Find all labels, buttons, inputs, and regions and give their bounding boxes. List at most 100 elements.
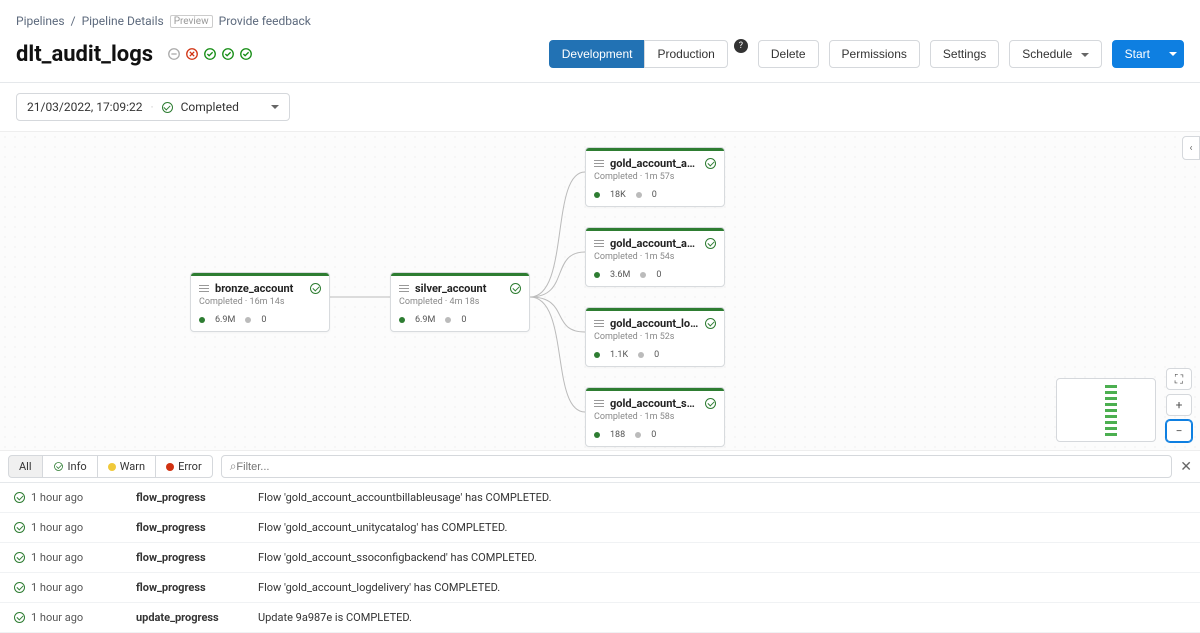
log-time: 1 hour ago bbox=[31, 491, 83, 504]
node-status: Completed · 1m 57s bbox=[586, 172, 724, 186]
zoom-fit-button[interactable]: ⛶ bbox=[1166, 368, 1192, 390]
run-status: Completed bbox=[181, 100, 239, 114]
log-type: flow_progress bbox=[136, 581, 246, 594]
help-icon[interactable]: ? bbox=[734, 39, 748, 53]
schedule-button[interactable]: Schedule bbox=[1009, 40, 1101, 68]
table-icon bbox=[594, 400, 604, 408]
log-message: Flow 'gold_account_logdelivery' has COMP… bbox=[258, 581, 1186, 594]
status-icons bbox=[167, 47, 253, 61]
zoom-in-button[interactable]: + bbox=[1166, 394, 1192, 416]
run-timestamp: 21/03/2022, 17:09:22 bbox=[27, 100, 142, 114]
breadcrumb-current: Pipeline Details bbox=[82, 14, 164, 28]
node-gold-1[interactable]: gold_account_ac... Completed · 1m 54s 3.… bbox=[585, 227, 725, 287]
log-filter-input[interactable] bbox=[236, 461, 1163, 473]
node-title: gold_account_ss... bbox=[610, 397, 699, 410]
info-icon bbox=[54, 462, 63, 471]
log-row[interactable]: 1 hour ago flow_progress Flow 'gold_acco… bbox=[0, 573, 1200, 603]
log-type: flow_progress bbox=[136, 491, 246, 504]
dag-canvas[interactable]: ‹ bronze_account Completed · 16m 14s 6.9… bbox=[0, 131, 1200, 451]
node-rows: 1.1K bbox=[610, 350, 628, 360]
tab-label: Warn bbox=[120, 460, 145, 473]
start-group: Start bbox=[1112, 40, 1184, 68]
zoom-out-button[interactable]: − bbox=[1166, 420, 1192, 442]
permissions-button[interactable]: Permissions bbox=[829, 40, 920, 68]
breadcrumb-root[interactable]: Pipelines bbox=[16, 14, 65, 28]
log-row[interactable]: 1 hour ago flow_progress Flow 'gold_acco… bbox=[0, 543, 1200, 573]
tab-warn[interactable]: Warn bbox=[97, 455, 156, 478]
log-filter-tabs: All Info Warn Error ⌕ ✕ bbox=[0, 451, 1200, 483]
success-icon bbox=[705, 318, 716, 329]
delete-button[interactable]: Delete bbox=[758, 40, 819, 68]
log-message: Flow 'gold_account_unitycatalog' has COM… bbox=[258, 521, 1186, 534]
log-type: flow_progress bbox=[136, 521, 246, 534]
node-gold-2[interactable]: gold_account_log... Completed · 1m 52s 1… bbox=[585, 307, 725, 367]
log-row[interactable]: 1 hour ago flow_progress Flow 'gold_acco… bbox=[0, 513, 1200, 543]
close-icon[interactable]: ✕ bbox=[1180, 459, 1192, 475]
node-status: Completed · 1m 58s bbox=[586, 412, 724, 426]
node-rows: 6.9M bbox=[215, 315, 235, 325]
error-icon bbox=[166, 463, 174, 471]
node-title: bronze_account bbox=[215, 282, 304, 295]
start-button[interactable]: Start bbox=[1112, 40, 1163, 68]
node-bronze-account[interactable]: bronze_account Completed · 16m 14s 6.9M0 bbox=[190, 272, 330, 332]
log-type: flow_progress bbox=[136, 551, 246, 564]
node-rows: 188 bbox=[610, 430, 625, 440]
collapse-sidebar-button[interactable]: ‹ bbox=[1182, 136, 1200, 160]
node-silver-account[interactable]: silver_account Completed · 4m 18s 6.9M0 bbox=[390, 272, 530, 332]
page-title: dlt_audit_logs bbox=[16, 42, 153, 67]
breadcrumb: Pipelines / Pipeline Details Preview Pro… bbox=[0, 0, 1200, 32]
node-title: silver_account bbox=[415, 282, 504, 295]
table-icon bbox=[199, 285, 209, 293]
chevron-down-icon bbox=[271, 105, 279, 109]
node-rows: 6.9M bbox=[415, 315, 435, 325]
zoom-controls: ⛶ + − bbox=[1166, 368, 1192, 442]
success-icon bbox=[14, 612, 25, 623]
success-icon bbox=[310, 283, 321, 294]
log-message: Flow 'gold_account_ssoconfigbackend' has… bbox=[258, 551, 1186, 564]
settings-button[interactable]: Settings bbox=[930, 40, 999, 68]
development-button[interactable]: Development bbox=[549, 40, 646, 68]
tab-label: All bbox=[19, 460, 32, 473]
table-icon bbox=[594, 240, 604, 248]
node-status: Completed · 1m 54s bbox=[586, 252, 724, 266]
log-row[interactable]: 1 hour ago flow_progress Flow 'gold_acco… bbox=[0, 483, 1200, 513]
success-icon bbox=[14, 522, 25, 533]
success-icon bbox=[14, 492, 25, 503]
tab-info[interactable]: Info bbox=[42, 455, 98, 478]
node-other: 0 bbox=[654, 350, 659, 360]
env-toggle: Development Production bbox=[549, 40, 728, 68]
success-icon bbox=[14, 552, 25, 563]
start-dropdown[interactable] bbox=[1162, 40, 1184, 68]
log-row[interactable]: 1 hour ago update_progress Update 9a987e… bbox=[0, 603, 1200, 633]
log-time: 1 hour ago bbox=[31, 611, 83, 624]
log-filter-search[interactable]: ⌕ bbox=[221, 455, 1173, 478]
minimap[interactable] bbox=[1056, 378, 1156, 442]
production-button[interactable]: Production bbox=[644, 40, 727, 68]
success-icon bbox=[705, 398, 716, 409]
table-icon bbox=[594, 160, 604, 168]
run-selector[interactable]: 21/03/2022, 17:09:22 · Completed bbox=[16, 93, 290, 121]
node-other: 0 bbox=[652, 190, 657, 200]
feedback-link[interactable]: Provide feedback bbox=[219, 14, 311, 28]
node-rows: 18K bbox=[610, 190, 626, 200]
log-list: 1 hour ago flow_progress Flow 'gold_acco… bbox=[0, 483, 1200, 633]
node-rows: 3.6M bbox=[610, 270, 630, 280]
node-other: 0 bbox=[651, 430, 656, 440]
status-failed-icon bbox=[185, 47, 199, 61]
chevron-down-icon bbox=[1081, 53, 1089, 57]
table-icon bbox=[594, 320, 604, 328]
tab-error[interactable]: Error bbox=[155, 455, 213, 478]
status-skipped-icon bbox=[167, 47, 181, 61]
status-success-icon bbox=[221, 47, 235, 61]
breadcrumb-separator: / bbox=[71, 14, 76, 28]
chevron-down-icon bbox=[1169, 52, 1177, 56]
node-gold-3[interactable]: gold_account_ss... Completed · 1m 58s 18… bbox=[585, 387, 725, 447]
success-icon bbox=[14, 582, 25, 593]
node-status: Completed · 16m 14s bbox=[191, 297, 329, 311]
success-icon bbox=[510, 283, 521, 294]
success-icon bbox=[705, 158, 716, 169]
log-message: Update 9a987e is COMPLETED. bbox=[258, 611, 1186, 624]
status-success-icon bbox=[239, 47, 253, 61]
tab-all[interactable]: All bbox=[8, 455, 43, 478]
node-gold-0[interactable]: gold_account_ac... Completed · 1m 57s 18… bbox=[585, 147, 725, 207]
